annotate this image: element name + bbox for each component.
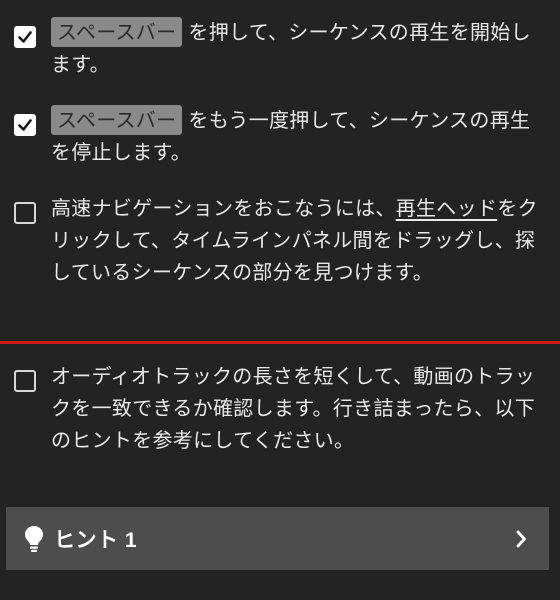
checkmark-icon [18,119,32,131]
progress-divider [0,341,560,344]
hint-1-button[interactable]: ヒント 1 [6,507,549,570]
checkmark-icon [18,31,32,43]
task-1-checkbox[interactable] [14,26,36,48]
chevron-right-icon [516,530,526,547]
task-item-1: スペースバー を押して、シーケンスの再生を開始します。 [14,16,548,80]
task-item-4: オーディオトラックの長さを短くして、動画のトラックを一致できるか確認します。行き… [14,360,548,456]
hint-label: ヒント 1 [54,528,138,552]
task-3-text: 高速ナビゲーションをおこなうには、再生ヘッドをクリックして、タイムラインパネル間… [51,192,548,288]
task-4-text: オーディオトラックの長さを短くして、動画のトラックを一致できるか確認します。行き… [51,364,536,452]
task-2-checkbox[interactable] [14,114,36,136]
spacebar-key-chip: スペースバー [51,17,183,47]
task-2-text: スペースバー をもう一度押して、シーケンスの再生を停止します。 [51,104,548,168]
tutorial-panel: スペースバー を押して、シーケンスの再生を開始します。 スペースバー をもう一度押し… [0,0,560,600]
spacebar-key-chip: スペースバー [51,105,183,135]
task-1-text: スペースバー を押して、シーケンスの再生を開始します。 [51,16,548,80]
lightbulb-icon [25,525,43,552]
task-3-text-before: 高速ナビゲーションをおこなうには、 [51,196,396,220]
task-item-2: スペースバー をもう一度押して、シーケンスの再生を停止します。 [14,104,548,168]
playhead-link[interactable]: 再生ヘッド [396,196,498,220]
task-4-checkbox[interactable] [14,370,36,392]
task-3-checkbox[interactable] [14,202,36,224]
task-item-3: 高速ナビゲーションをおこなうには、再生ヘッドをクリックして、タイムラインパネル間… [14,192,548,288]
